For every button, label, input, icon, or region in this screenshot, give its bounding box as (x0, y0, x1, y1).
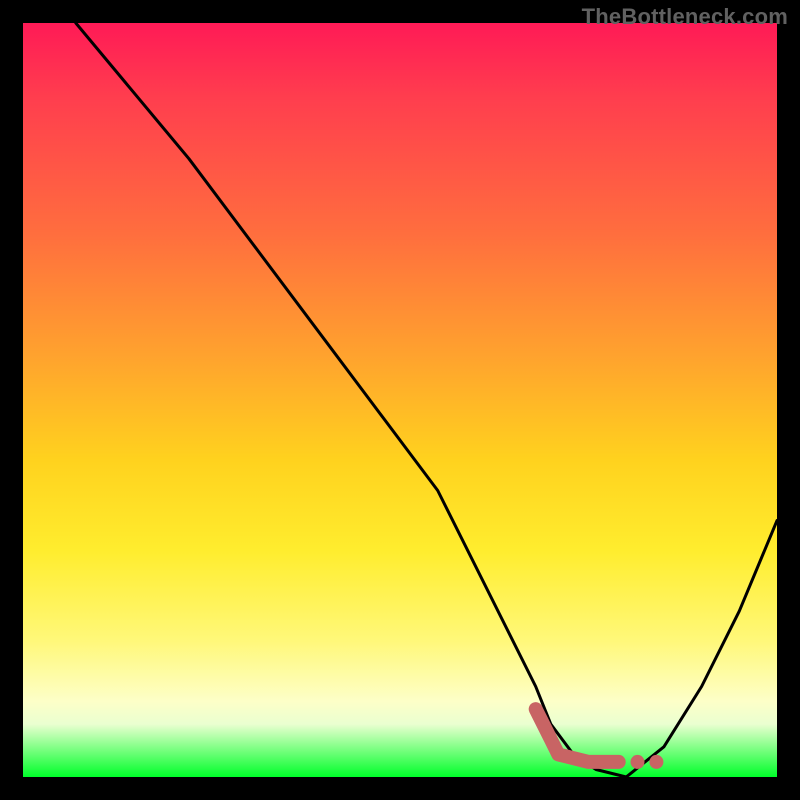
optimal-zone-dot-1 (631, 755, 645, 769)
chart-stage: TheBottleneck.com (0, 0, 800, 800)
chart-overlay (23, 23, 777, 777)
watermark-text: TheBottleneck.com (582, 4, 788, 30)
bottleneck-curve (76, 23, 777, 777)
optimal-zone-dot-2 (649, 755, 663, 769)
